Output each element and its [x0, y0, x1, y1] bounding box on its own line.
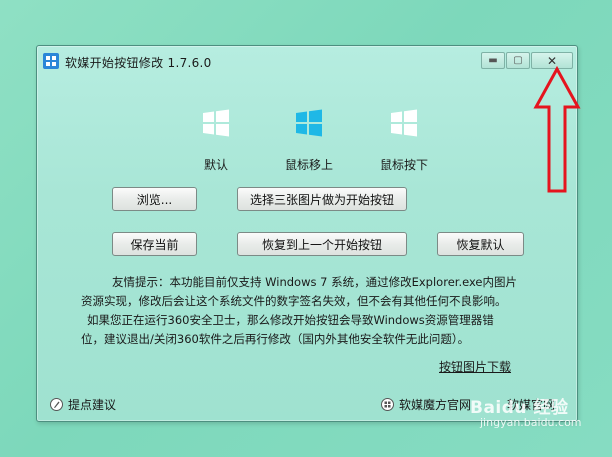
select-three-images-button[interactable]: 选择三张图片做为开始按钮: [237, 187, 407, 211]
default-label: 默认: [203, 158, 228, 172]
hover-label: 鼠标移上: [284, 158, 333, 172]
official-site-link[interactable]: 软媒魔方官网: [381, 396, 471, 413]
hint-line-1: 友情提示：本功能目前仅支持 Windows 7 系统，通过修改Explorer.…: [112, 275, 517, 289]
maximize-button[interactable]: ▢: [506, 52, 530, 69]
restore-previous-button[interactable]: 恢复到上一个开始按钮: [237, 232, 407, 256]
red-arrow-annotation-icon: [533, 65, 581, 193]
download-images-link[interactable]: 按钮图片下载: [439, 358, 511, 375]
minimize-icon: ▬: [488, 54, 498, 66]
grid-icon: [381, 398, 394, 411]
feedback-icon: [50, 398, 63, 411]
windows-logo-default-icon: [201, 108, 231, 138]
window-title: 软媒开始按钮修改 1.7.6.0: [65, 56, 212, 70]
feedback-label: 提点建议: [68, 398, 117, 412]
windows-logo-pressed-icon: [389, 108, 419, 138]
feedback-link[interactable]: 提点建议: [50, 396, 116, 413]
maximize-icon: ▢: [513, 54, 523, 66]
app-icon: [43, 53, 59, 69]
save-current-button[interactable]: 保存当前: [112, 232, 197, 256]
watermark-brand: Baidu 经验: [470, 398, 569, 418]
minimize-button[interactable]: ▬: [481, 52, 505, 69]
browse-button[interactable]: 浏览...: [112, 187, 197, 211]
hint-line-3: 如果您正在运行360安全卫士，那么修改开始按钮会导致Windows资源管理器错: [87, 313, 494, 327]
pressed-label: 鼠标按下: [379, 158, 428, 172]
hint-line-2: 资源实现，修改后会让这个系统文件的数字签名失效，但不会有其他任何不良影响。: [81, 294, 507, 308]
app-window: 软媒开始按钮修改 1.7.6.0 ▬ ▢ ✕ 默认 鼠标移上 鼠标按下 浏览..…: [36, 45, 578, 422]
official-site-label: 软媒魔方官网: [399, 398, 472, 412]
restore-default-button[interactable]: 恢复默认: [437, 232, 524, 256]
title-bar[interactable]: 软媒开始按钮修改 1.7.6.0 ▬ ▢ ✕: [37, 46, 577, 76]
hint-line-4: 位，建议退出/关闭360软件之后再行修改（国内外其他安全软件无此问题）。: [81, 332, 470, 346]
windows-logo-hover-icon: [294, 108, 324, 138]
watermark-url: jingyan.baidu.com: [480, 416, 582, 429]
